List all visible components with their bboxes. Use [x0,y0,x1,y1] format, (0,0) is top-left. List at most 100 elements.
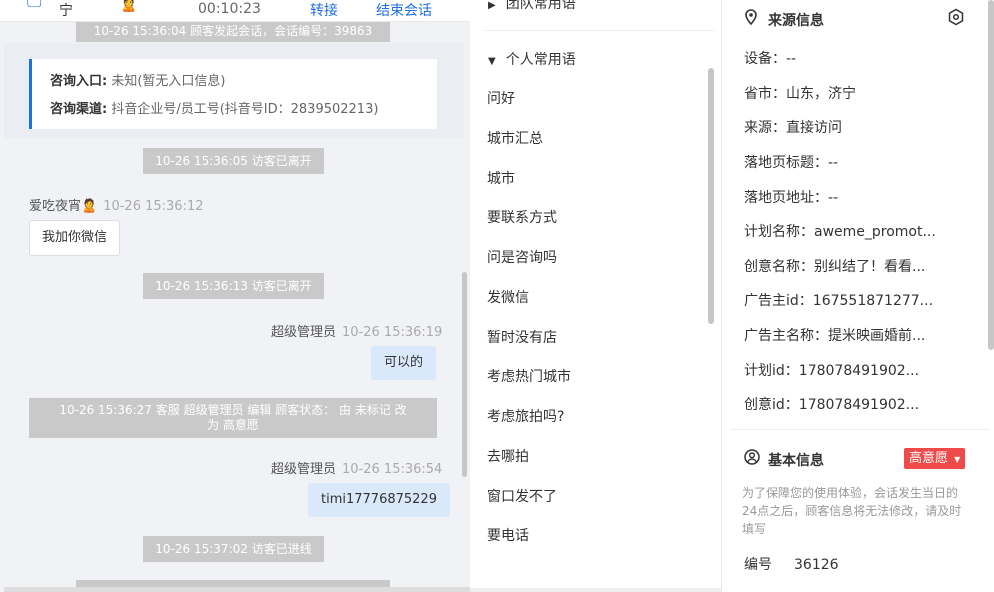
field-label: 广告主名称： [744,328,828,344]
location-pin-icon [744,9,760,29]
field-value: -- [786,51,797,67]
consult-entry-label: 咨询入口: [50,74,108,89]
agent-message: 可以的 [371,346,437,380]
source-field-plan-id: 计划id：178078491902... [744,360,919,380]
agent-name: 超级管理员 [271,325,337,340]
source-info-header: 来源信息 [744,9,824,30]
chat-input-border [4,587,470,592]
field-value: 178078491902... [798,397,920,413]
field-label: 创意名称： [744,259,814,275]
team-phrases-header[interactable]: ▶ 团队常用语 [488,0,576,13]
info-scrollbar[interactable] [988,0,994,350]
visitor-sender: 爱吃夜宵🙎 10-26 15:36:12 [29,195,203,214]
consult-entry-value: 未知(暂无入口信息) [111,74,226,89]
agent-sender: 超级管理员 10-26 15:36:54 [271,458,442,477]
source-field-landing-title: 落地页标题：-- [744,152,838,172]
agent-sender: 超级管理员 10-26 15:36:19 [271,321,442,340]
session-timer: 00:10:23 [198,1,261,17]
end-session-button[interactable]: 结束会话 [376,0,432,20]
chat-header: 🖵 宁 🙎 00:10:23 转接 结束会话 [0,0,470,22]
field-value: 36126 [794,557,839,573]
phrase-item[interactable]: 要电话 [487,525,529,545]
phrases-scrollbar[interactable] [708,68,714,324]
field-label: 计划id： [744,363,799,379]
consult-entry-row: 咨询入口: 未知(暂无入口信息) [50,68,437,96]
caret-down-icon: ▼ [488,56,496,67]
phrase-item[interactable]: 城市 [487,168,515,188]
source-field-device: 设备：-- [744,48,796,68]
field-value: 178078491902... [798,363,920,379]
phrase-item[interactable]: 城市汇总 [487,128,543,148]
phrase-item[interactable]: 问是咨询吗 [487,247,557,267]
visitor-location: 宁 [59,3,73,19]
field-label: 落地页地址： [744,190,828,206]
field-label: 设备： [744,51,786,67]
field-value: 山东，济宁 [786,86,856,102]
visitor-message: 我加你微信 [29,220,121,256]
visitor-avatar: 🙎 [120,0,138,13]
consult-channel-value: 抖音企业号/员工号(抖音号ID：2839502213) [111,102,379,117]
source-field-province: 省市：山东，济宁 [744,83,856,103]
field-value: -- [828,190,839,206]
consult-info-card: 咨询入口: 未知(暂无入口信息) 咨询渠道: 抖音企业号/员工号(抖音号ID：2… [29,59,437,129]
consult-channel-label: 咨询渠道: [50,102,108,117]
field-value: aweme_promot... [814,224,936,240]
visitor-name: 爱吃夜宵🙎 [29,199,98,214]
agent-name: 超级管理员 [271,462,337,477]
phrase-item[interactable]: 考虑旅拍吗? [487,406,564,426]
source-field-creative-id: 创意id：178078491902... [744,394,919,414]
status-change-message: 10-26 15:36:27 客服 超级管理员 编辑 顾客状态： 由 未标记 改… [29,398,437,438]
phrase-item[interactable]: 问好 [487,88,515,108]
source-field-advertiser-name: 广告主名称：提米映画婚前... [744,325,925,345]
basic-info-header: 基本信息 [744,449,824,470]
phrases-bottom-border [470,588,722,592]
field-label: 创意id： [744,397,799,413]
intent-status-dropdown[interactable]: 高意愿 ▼ [904,448,966,469]
transfer-button[interactable]: 转接 [310,0,338,20]
chat-panel: 🖵 宁 🙎 00:10:23 转接 结束会话 10-26 15:36:04 顾客… [0,0,470,592]
divider [484,30,714,31]
phrase-item[interactable]: 窗口发不了 [487,486,557,506]
section-divider [730,429,990,430]
source-field-landing-url: 落地页地址：-- [744,187,838,207]
field-label: 省市： [744,86,786,102]
message-time: 10-26 15:36:19 [342,325,443,340]
source-field-advertiser-id: 广告主id：167551871277... [744,290,933,310]
common-phrases-panel: ▶ 团队常用语 ▼ 个人常用语 问好 城市汇总 城市 要联系方式 问是咨询吗 发微信… [470,0,722,592]
personal-phrases-header[interactable]: ▼ 个人常用语 [488,49,576,69]
caret-right-icon: ▶ [488,0,496,11]
field-label: 落地页标题： [744,155,828,171]
phrase-item[interactable]: 暂时没有店 [487,327,557,347]
phrase-item[interactable]: 考虑热门城市 [487,366,571,386]
system-message: 10-26 15:36:04 顾客发起会话，会话编号：39863 [76,22,390,42]
source-info-title: 来源信息 [768,13,824,29]
intent-status-value: 高意愿 [909,451,949,466]
team-phrases-label: 团队常用语 [505,0,576,12]
field-label: 编号 [744,557,772,573]
field-label: 计划名称： [744,224,814,240]
field-value: -- [828,155,839,171]
personal-phrases-label: 个人常用语 [505,52,576,68]
basic-info-title: 基本信息 [768,453,824,469]
field-value: 167551871277... [812,293,934,309]
message-time: 10-26 15:36:54 [342,462,443,477]
monitor-icon: 🖵 [27,0,42,11]
message-time: 10-26 15:36:12 [103,199,204,214]
agent-message: timi17776875229 [308,483,450,517]
chat-scrollbar[interactable] [462,272,467,477]
phrase-item[interactable]: 去哪拍 [487,446,529,466]
status-change-line-2: 为 高意愿 [207,418,259,432]
eye-icon[interactable] [947,8,965,30]
source-field-plan-name: 计划名称：aweme_promot... [744,221,936,241]
system-message: 10-26 15:36:13 访客已离开 [143,273,324,299]
consult-channel-row: 咨询渠道: 抖音企业号/员工号(抖音号ID：2839502213) [50,96,437,124]
user-circle-icon [744,449,760,469]
phrase-item[interactable]: 要联系方式 [487,207,557,227]
customer-info-panel: 来源信息 设备：-- 省市：山东，济宁 来源：直接访问 落地页标题：-- 落地页… [722,0,994,592]
system-message: 10-26 15:36:05 访客已离开 [143,148,324,174]
field-value: 提米映画婚前... [828,328,926,344]
chat-workspace: 🖵 宁 🙎 00:10:23 转接 结束会话 10-26 15:36:04 顾客… [0,0,994,592]
source-field-creative-name: 创意名称：别纠结了！看看... [744,256,925,276]
field-label: 广告主id： [744,293,813,309]
phrase-item[interactable]: 发微信 [487,287,529,307]
